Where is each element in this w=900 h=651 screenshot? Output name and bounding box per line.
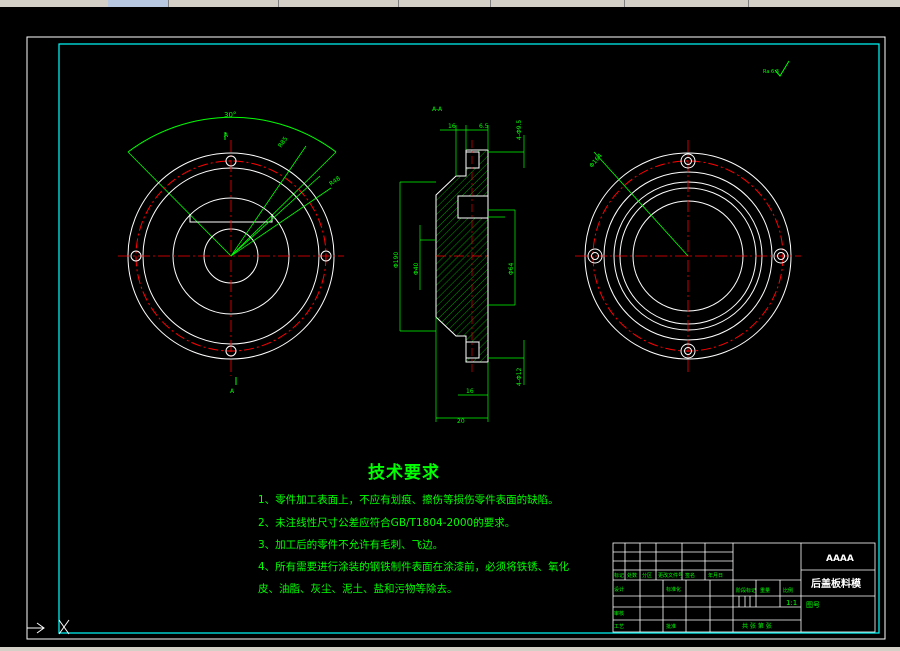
svg-text:年月日: 年月日 — [708, 572, 723, 579]
section-letter-top: A — [224, 132, 229, 139]
dim-6-label: 6.5 — [479, 123, 489, 130]
svg-text:比例: 比例 — [783, 587, 793, 594]
title-block-small-text: 标记 处数 分区 更改文件号 签名 年月日 设计 标准化 审核 工艺 批准 阶段… — [614, 572, 793, 630]
dia-outer-label: Φ190 — [393, 252, 400, 268]
section-view-aa[interactable]: A-A Φ190 Φ40 Φ64 16 6.5 20 16 4-Φ9.5 4-Φ… — [393, 106, 525, 425]
dia-mid-label: Φ40 — [413, 262, 420, 275]
tech-requirement-item: 1、零件加工表面上，不应有划痕、擦伤等损伤零件表面的缺陷。 — [258, 494, 559, 506]
tech-requirement-item: 4、所有需要进行涂装的钢铁制件表面在涂漆前，必须将铁锈、氧化 — [258, 561, 570, 573]
r-outer-label: R85 — [277, 135, 290, 149]
right-plan-view[interactable]: Φ164 — [575, 140, 801, 372]
dia-leader — [593, 151, 689, 257]
section-counterbore-bottom — [465, 341, 480, 359]
svg-text:工艺: 工艺 — [614, 624, 624, 630]
dim-16-label: 16 — [448, 123, 456, 130]
svg-text:标准化: 标准化 — [666, 586, 681, 593]
radius-leader-r48 — [230, 175, 321, 257]
tech-requirement-item: 皮、油脂、灰尘、泥土、盐和污物等除去。 — [258, 583, 458, 595]
tech-requirement-item: 3、加工后的零件不允许有毛刺、飞边。 — [258, 539, 444, 551]
svg-text:处数: 处数 — [627, 572, 637, 579]
roughness-symbol: Ra 6.3 — [763, 60, 790, 77]
scale-value: 1:1 — [786, 599, 797, 607]
svg-text:设计: 设计 — [614, 586, 624, 593]
section-counterbore-top — [465, 151, 480, 169]
ucs-icon — [27, 619, 70, 635]
hole-bottom-label: 4-Φ12 — [516, 367, 523, 386]
part-name: 后盖板料模 — [811, 577, 862, 590]
svg-text:批准: 批准 — [666, 623, 676, 630]
angle-arc — [127, 116, 337, 153]
r-inner-label: R48 — [328, 175, 342, 188]
hole-top-label: 4-Φ9.5 — [516, 120, 523, 140]
dim-20-label: 20 — [457, 418, 465, 425]
section-view-label: A-A — [432, 106, 443, 113]
dia-right-label: Φ64 — [508, 262, 515, 275]
svg-text:签名: 签名 — [685, 572, 695, 579]
status-strip — [0, 647, 900, 651]
svg-text:更改文件号: 更改文件号 — [658, 572, 683, 579]
angle-leader-left — [127, 151, 232, 257]
sheet-label: 共 张 第 张 — [742, 622, 772, 630]
section-letter-bottom: A — [230, 388, 235, 395]
drawing-code: AAAA — [826, 554, 854, 564]
angle-label: 30° — [224, 111, 236, 119]
cad-drawing-canvas[interactable]: 30° A A R85 R48 A-A Φ190 Φ40 Φ64 16 6.5 … — [0, 0, 900, 651]
dim-16b-label: 16 — [466, 388, 474, 395]
left-plan-view[interactable]: 30° A A R85 R48 — [118, 111, 344, 395]
svg-text:审核: 审核 — [614, 610, 624, 617]
tech-requirements-title: 技术要求 — [368, 463, 440, 483]
tech-requirement-item: 2、未注线性尺寸公差应符合GB/T1804-2000的要求。 — [258, 517, 516, 529]
svg-text:分区: 分区 — [642, 572, 652, 579]
drawing-no-label: 图号 — [806, 601, 820, 609]
svg-text:阶段标记: 阶段标记 — [736, 587, 756, 594]
svg-text:Ra 6.3: Ra 6.3 — [763, 69, 779, 75]
svg-text:重量: 重量 — [760, 587, 770, 594]
section-recess — [457, 195, 489, 219]
radius-leader-r85 — [230, 145, 307, 257]
svg-text:标记: 标记 — [614, 572, 624, 579]
